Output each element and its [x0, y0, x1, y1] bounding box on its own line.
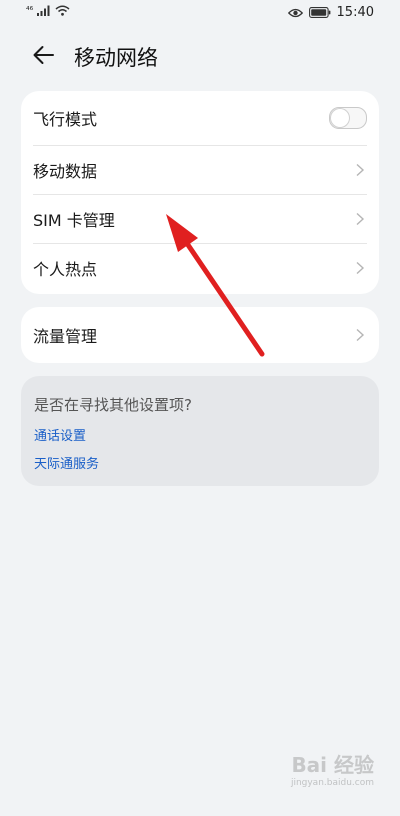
sim-management-row[interactable]: SIM 卡管理: [21, 194, 379, 243]
airplane-mode-toggle[interactable]: [329, 107, 367, 129]
personal-hotspot-row[interactable]: 个人热点: [21, 243, 379, 292]
traffic-management-row[interactable]: 流量管理: [21, 307, 379, 363]
wifi-icon: [55, 5, 70, 16]
personal-hotspot-label: 个人热点: [33, 259, 98, 279]
airplane-mode-row[interactable]: 飞行模式: [21, 91, 379, 145]
page-title: 移动网络: [74, 46, 158, 70]
chevron-right-icon: [356, 328, 365, 342]
suggestion-card: 是否在寻找其他设置项? 通话设置 天际通服务: [21, 376, 379, 486]
mobile-data-row[interactable]: 移动数据: [21, 145, 379, 194]
status-time: 15:40: [336, 5, 374, 20]
baidu-watermark: Bai 经验 jingyan.baidu.com: [291, 749, 374, 788]
signal-type-label: ⁴⁶: [26, 5, 34, 16]
watermark-text: Bai 经验: [291, 753, 374, 777]
back-button[interactable]: [28, 40, 58, 70]
chevron-right-icon: [356, 261, 365, 274]
chevron-right-icon: [356, 212, 365, 225]
airplane-mode-label: 飞行模式: [33, 110, 98, 129]
battery-icon: [308, 7, 330, 18]
signal-icon: [37, 5, 50, 16]
network-settings-card: 飞行模式 移动数据 SIM 卡管理 个人热点: [21, 91, 379, 294]
chevron-right-icon: [356, 163, 365, 176]
watermark-sub: jingyan.baidu.com: [290, 778, 374, 788]
call-settings-link[interactable]: 通话设置: [34, 425, 86, 444]
suggestion-title: 是否在寻找其他设置项?: [34, 396, 192, 414]
mobile-data-label: 移动数据: [33, 161, 98, 181]
traffic-management-label: 流量管理: [33, 327, 98, 346]
back-arrow-icon: [33, 46, 54, 64]
toggle-knob: [331, 109, 349, 127]
eye-icon: [287, 8, 303, 17]
status-right: 15:40: [287, 5, 374, 20]
tianjitong-service-link[interactable]: 天际通服务: [34, 453, 99, 472]
page-header: 移动网络: [0, 30, 400, 78]
mobile-network-screen: ⁴⁶ 15:40 移动网络 飞行模式 移动数据 SIM 卡管理 个人热点 流量管…: [0, 0, 400, 816]
status-left: ⁴⁶: [26, 5, 70, 16]
sim-management-label: SIM 卡管理: [33, 210, 115, 230]
status-bar: ⁴⁶ 15:40: [0, 0, 400, 26]
traffic-card: 流量管理: [21, 307, 379, 363]
